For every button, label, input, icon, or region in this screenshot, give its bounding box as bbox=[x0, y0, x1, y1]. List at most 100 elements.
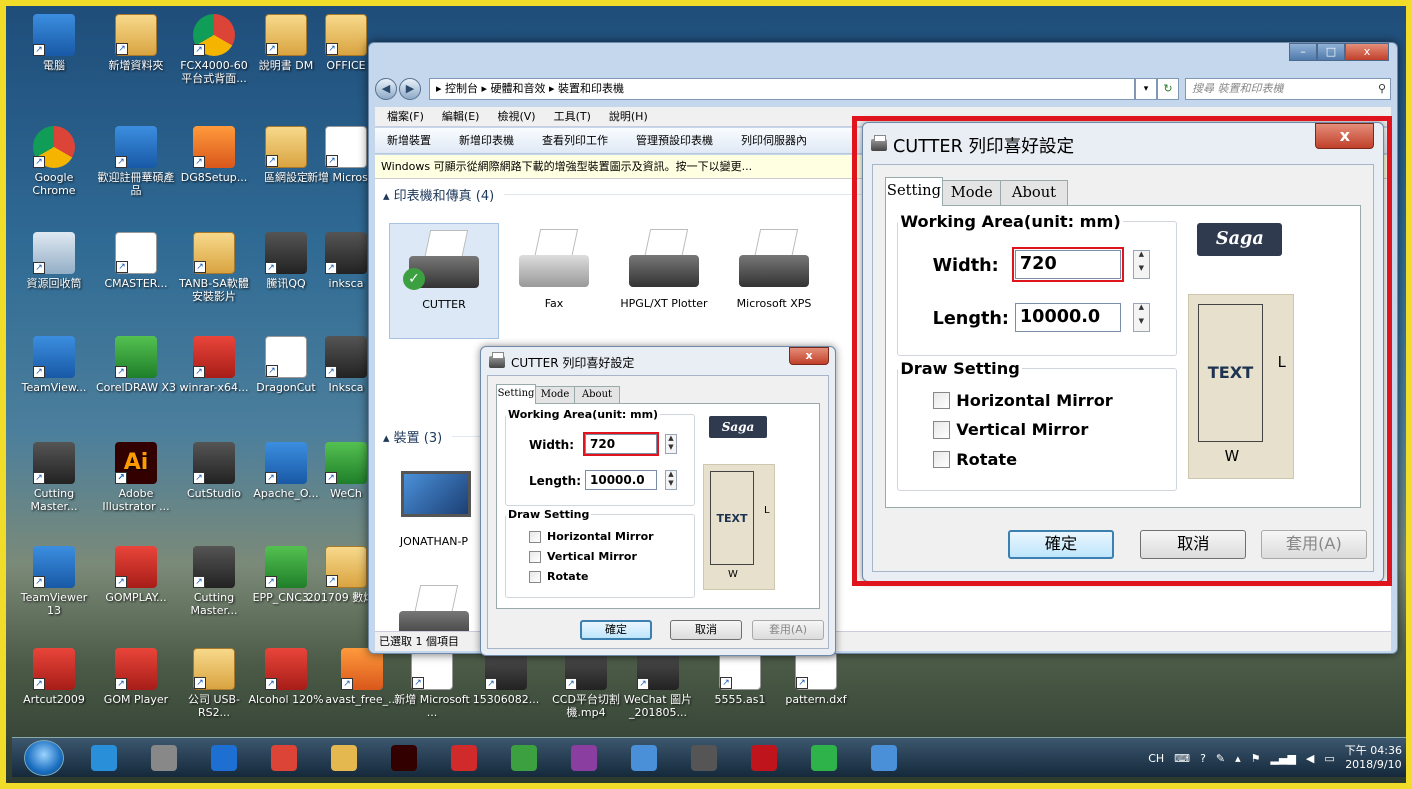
desktop-icon[interactable]: ↗ 電腦 bbox=[14, 14, 94, 72]
tab-about[interactable]: About bbox=[574, 386, 620, 404]
cancel-button[interactable]: 取消 bbox=[670, 620, 742, 640]
taskbar-chrome-icon[interactable] bbox=[260, 740, 308, 776]
clock[interactable]: 下午 04:36 2018/9/10 bbox=[1345, 744, 1402, 772]
tab-setting[interactable]: Setting bbox=[884, 176, 944, 207]
maximize-button[interactable]: □ bbox=[1317, 43, 1345, 61]
printer-hpgl[interactable]: HPGL/XT Plotter bbox=[609, 223, 719, 310]
desktop-icon[interactable]: ↗ TeamView... bbox=[14, 336, 94, 394]
desktop-icon[interactable]: ↗ CutStudio bbox=[174, 442, 254, 500]
desktop-icon[interactable]: ↗ CorelDRAW X3 bbox=[96, 336, 176, 394]
desktop-icon[interactable]: ↗ CCD平台切割機.mp4 bbox=[546, 648, 626, 719]
command-button[interactable]: 查看列印工作 bbox=[542, 128, 608, 153]
desktop-icon[interactable]: ↗ CMASTER... bbox=[96, 232, 176, 290]
command-button[interactable]: 新增印表機 bbox=[459, 128, 514, 153]
taskbar-winrar-icon[interactable] bbox=[560, 740, 608, 776]
desktop-icon[interactable]: ↗ GOMPLAY... bbox=[96, 546, 176, 604]
display-icon[interactable]: ▭ bbox=[1324, 752, 1334, 765]
desktop-icon[interactable]: ↗ 公司 USB-RS2... bbox=[174, 648, 254, 719]
printer-xps[interactable]: Microsoft XPS bbox=[719, 223, 829, 310]
taskbar-gom-icon[interactable] bbox=[440, 740, 488, 776]
desktop-icon[interactable]: ↗ 新增 Microsoft ... bbox=[392, 648, 472, 719]
tray-expand-icon[interactable]: ▴ bbox=[1235, 752, 1241, 765]
volume-icon[interactable]: ◀ bbox=[1306, 752, 1314, 765]
menu-item[interactable]: 編輯(E) bbox=[442, 107, 480, 126]
window-titlebar[interactable]: – □ x bbox=[369, 43, 1397, 69]
desktop-icon[interactable]: ↗ DG8Setup... bbox=[174, 126, 254, 184]
desktop-icon[interactable]: ↗ Cutting Master... bbox=[174, 546, 254, 617]
help-icon[interactable]: ? bbox=[1200, 752, 1206, 765]
desktop-icon[interactable]: ↗ 新增資料夾 bbox=[96, 14, 176, 72]
back-button[interactable]: ◀ bbox=[375, 78, 397, 100]
taskbar-paint-icon[interactable] bbox=[620, 740, 668, 776]
forward-button[interactable]: ▶ bbox=[399, 78, 421, 100]
taskbar-acrobat-icon[interactable] bbox=[740, 740, 788, 776]
language-indicator[interactable]: CH bbox=[1148, 752, 1164, 765]
desktop-icon[interactable]: ↗ Google Chrome bbox=[14, 126, 94, 197]
rotate-checkbox[interactable]: Rotate bbox=[529, 570, 588, 583]
desktop-icon[interactable]: ↗ GOM Player bbox=[96, 648, 176, 706]
vertical-mirror-checkbox[interactable]: Vertical Mirror bbox=[529, 550, 637, 563]
keyboard-icon[interactable]: ⌨ bbox=[1174, 752, 1190, 765]
start-button[interactable] bbox=[24, 739, 64, 776]
desktop-icon[interactable]: ↗ 歡迎註冊華碩產品 bbox=[96, 126, 176, 197]
close-button[interactable]: x bbox=[1345, 43, 1389, 61]
device-printer[interactable] bbox=[389, 579, 479, 631]
alcohol-icon: ↗ bbox=[265, 648, 307, 690]
menu-item[interactable]: 說明(H) bbox=[609, 107, 648, 126]
tab-setting[interactable]: Setting bbox=[496, 384, 536, 404]
refresh-icon[interactable]: ↻ bbox=[1157, 78, 1179, 100]
apply-button[interactable]: 套用(A) bbox=[752, 620, 824, 640]
taskbar-explorer-icon[interactable] bbox=[320, 740, 368, 776]
length-spinner[interactable]: ▲ ▼ bbox=[665, 470, 677, 490]
desktop-icon[interactable]: Ai ↗ Adobe Illustrator ... bbox=[96, 442, 176, 513]
taskbar-corel-icon[interactable] bbox=[500, 740, 548, 776]
desktop-icon[interactable]: ↗ Alcohol 120% bbox=[246, 648, 326, 706]
menu-item[interactable]: 檔案(F) bbox=[387, 107, 424, 126]
command-button[interactable]: 管理預設印表機 bbox=[636, 128, 713, 153]
menu-item[interactable]: 工具(T) bbox=[554, 107, 591, 126]
command-button[interactable]: 列印伺服器內 bbox=[741, 128, 807, 153]
desktop-icon[interactable]: ↗ 15306082... bbox=[466, 648, 546, 706]
desktop-icon[interactable]: ↗ FCX4000-60 平台式背面... bbox=[174, 14, 254, 85]
desktop-icon[interactable]: ↗ WeChat 圖片_201805... bbox=[618, 648, 698, 719]
length-field[interactable]: 10000.0 bbox=[585, 470, 657, 490]
taskbar-remote-icon[interactable] bbox=[860, 740, 908, 776]
desktop-icon[interactable]: ↗ winrar-x64... bbox=[174, 336, 254, 394]
taskbar-media-icon[interactable] bbox=[200, 740, 248, 776]
taskbar-ie-icon[interactable] bbox=[80, 740, 128, 776]
printer-fax[interactable]: Fax bbox=[499, 223, 609, 310]
command-button[interactable]: 新增裝置 bbox=[387, 128, 431, 153]
desktop-icon[interactable]: ↗ 資源回收筒 bbox=[14, 232, 94, 290]
search-icon[interactable]: ⚲ bbox=[1378, 79, 1386, 99]
taskbar-usb-icon[interactable] bbox=[140, 740, 188, 776]
width-spinner[interactable]: ▲ ▼ bbox=[665, 434, 677, 454]
devices-group-header[interactable]: ▴ 裝置 (3) bbox=[383, 427, 814, 446]
taskbar-sheet-icon[interactable] bbox=[680, 740, 728, 776]
minimize-button[interactable]: – bbox=[1289, 43, 1317, 61]
tab-mode[interactable]: Mode bbox=[535, 386, 575, 404]
printer-cutter[interactable]: ✓ CUTTER bbox=[389, 223, 499, 339]
desktop-icon[interactable]: ↗ pattern.dxf bbox=[776, 648, 856, 706]
desktop-icon-label: Google Chrome bbox=[32, 171, 76, 197]
breadcrumb[interactable]: ▸ 控制台 ▸ 硬體和音效 ▸ 裝置和印表機 bbox=[429, 78, 1135, 100]
search-input[interactable]: 搜尋 裝置和印表機 ⚲ bbox=[1185, 78, 1391, 100]
close-button[interactable]: x bbox=[789, 347, 829, 365]
ok-button[interactable]: 確定 bbox=[580, 620, 652, 640]
pen-icon[interactable]: ✎ bbox=[1216, 752, 1225, 765]
network-icon[interactable]: ▂▄▆ bbox=[1271, 752, 1296, 765]
dialog-title[interactable]: CUTTER 列印喜好設定 bbox=[489, 347, 634, 377]
address-dropdown-icon[interactable]: ▾ bbox=[1135, 78, 1157, 100]
desktop-icon[interactable]: ↗ TeamViewer 13 bbox=[14, 546, 94, 617]
printers-group-header[interactable]: ▴ 印表機和傳真 (4) bbox=[383, 185, 866, 204]
device-laptop[interactable]: JONATHAN-P bbox=[389, 461, 479, 548]
desktop-icon[interactable]: ↗ TANB-SA軟體安裝影片 bbox=[174, 232, 254, 303]
menu-item[interactable]: 檢視(V) bbox=[497, 107, 535, 126]
desktop-icon[interactable]: ↗ Cutting Master... bbox=[14, 442, 94, 513]
desktop-icon[interactable]: ↗ 5555.as1 bbox=[700, 648, 780, 706]
taskbar-line-icon[interactable] bbox=[800, 740, 848, 776]
taskbar-illustrator-icon[interactable] bbox=[380, 740, 428, 776]
flag-icon[interactable]: ⚑ bbox=[1251, 752, 1261, 765]
desktop-icon[interactable]: ↗ avast_free_... bbox=[322, 648, 402, 706]
desktop-icon[interactable]: ↗ Artcut2009 bbox=[14, 648, 94, 706]
horizontal-mirror-checkbox[interactable]: Horizontal Mirror bbox=[529, 530, 654, 543]
